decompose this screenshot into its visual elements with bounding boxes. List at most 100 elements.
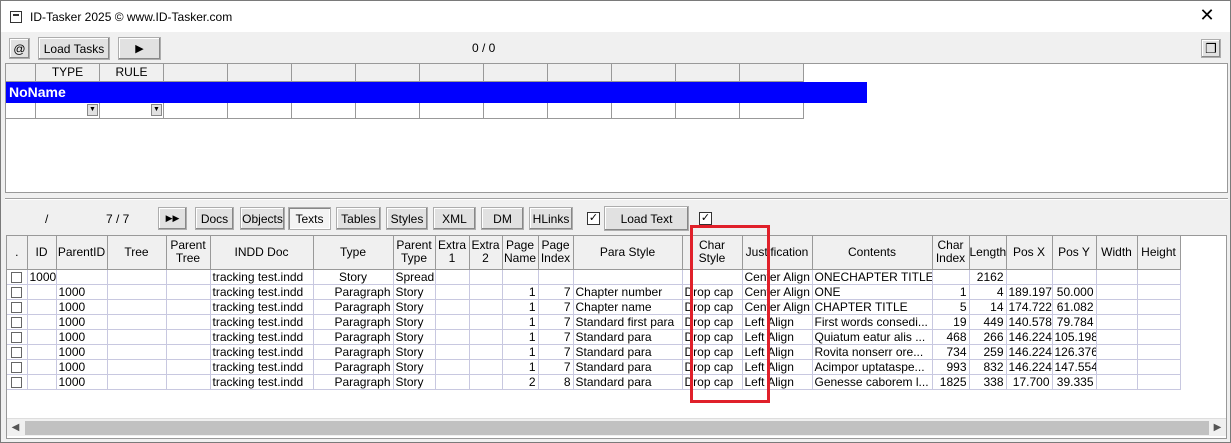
table-cell[interactable] <box>469 284 503 300</box>
table-cell[interactable]: Story <box>393 314 436 330</box>
table-cell[interactable]: Standard para <box>573 329 683 345</box>
column-header-17[interactable]: Length <box>969 236 1007 270</box>
table-cell[interactable]: 259 <box>969 344 1007 360</box>
table-cell[interactable]: 2 <box>502 374 539 390</box>
table-cell[interactable]: 1000 <box>56 374 108 390</box>
table-cell[interactable]: Story <box>313 269 394 285</box>
table-cell[interactable] <box>1137 359 1181 375</box>
table-cell[interactable] <box>469 359 503 375</box>
table-cell[interactable]: Paragraph <box>313 359 394 375</box>
table-cell[interactable]: 1000 <box>56 344 108 360</box>
table-cell[interactable]: 174.722 <box>1006 299 1053 315</box>
table-cell[interactable] <box>27 344 57 360</box>
table-cell[interactable] <box>435 359 470 375</box>
table-cell[interactable] <box>107 299 167 315</box>
table-cell[interactable] <box>1137 284 1181 300</box>
table-cell[interactable] <box>27 329 57 345</box>
table-cell[interactable] <box>1096 374 1138 390</box>
tasks-cell[interactable] <box>356 103 420 119</box>
tasks-cell[interactable] <box>420 103 484 119</box>
table-cell[interactable] <box>166 299 211 315</box>
tasks-col-blank-11[interactable] <box>676 64 740 82</box>
table-cell[interactable]: tracking test.indd <box>210 374 314 390</box>
table-row[interactable]: 1000 tracking test.indd Paragraph Story 1 7 Ch… <box>7 299 1181 315</box>
table-cell[interactable] <box>107 284 167 300</box>
table-cell[interactable]: 1 <box>502 359 539 375</box>
tab-texts[interactable]: Texts <box>288 207 331 230</box>
table-cell[interactable]: 17.700 <box>1006 374 1053 390</box>
tasks-col-blank-6[interactable] <box>356 64 420 82</box>
table-cell[interactable] <box>166 359 211 375</box>
tasks-col-blank-7[interactable] <box>420 64 484 82</box>
table-cell[interactable] <box>27 299 57 315</box>
close-icon[interactable]: ✕ <box>1192 5 1222 27</box>
table-cell[interactable]: tracking test.indd <box>210 359 314 375</box>
table-cell[interactable]: 1000 <box>56 299 108 315</box>
table-cell[interactable]: 1000 <box>56 329 108 345</box>
load-tasks-button[interactable]: Load Tasks <box>38 37 110 60</box>
table-cell[interactable] <box>1137 344 1181 360</box>
tab-styles[interactable]: Styles <box>386 207 428 230</box>
table-cell[interactable] <box>469 299 503 315</box>
tasks-col-blank-3[interactable] <box>164 64 228 82</box>
table-cell[interactable]: First words consedi... <box>812 314 933 330</box>
table-row[interactable]: 1000 tracking test.indd Paragraph Story 1 7 St… <box>7 359 1181 375</box>
table-cell[interactable]: 2162 <box>969 269 1007 285</box>
table-cell[interactable]: Standard para <box>573 359 683 375</box>
table-cell[interactable] <box>27 314 57 330</box>
table-cell[interactable] <box>932 269 970 285</box>
tab-xml[interactable]: XML <box>433 207 476 230</box>
row-checkbox-cell[interactable] <box>7 359 28 375</box>
table-cell[interactable] <box>435 284 470 300</box>
table-cell[interactable]: Paragraph <box>313 314 394 330</box>
table-cell[interactable]: tracking test.indd <box>210 269 314 285</box>
column-header-21[interactable]: Height <box>1137 236 1181 270</box>
table-cell[interactable]: 7 <box>538 314 574 330</box>
texts-table-panel[interactable]: . ID ParentID Tree Parent Tree INDD Doc Type Pa… <box>6 235 1227 439</box>
tasks-col-type[interactable]: TYPE <box>36 64 100 82</box>
table-cell[interactable]: 468 <box>932 329 970 345</box>
restore-button[interactable]: ❐ <box>1201 39 1221 58</box>
table-cell[interactable] <box>435 344 470 360</box>
table-cell[interactable] <box>469 374 503 390</box>
table-cell[interactable]: ONECHAPTER TITLE... <box>812 269 933 285</box>
table-cell[interactable] <box>107 374 167 390</box>
table-cell[interactable] <box>538 269 574 285</box>
tasks-cell[interactable] <box>6 103 36 119</box>
table-cell[interactable]: 147.554 <box>1052 359 1097 375</box>
row-checkbox-cell[interactable] <box>7 269 28 285</box>
table-cell[interactable] <box>56 269 108 285</box>
table-cell[interactable]: 1 <box>502 344 539 360</box>
tasks-col-blank-9[interactable] <box>548 64 612 82</box>
table-cell[interactable]: 1 <box>502 299 539 315</box>
splitter[interactable] <box>5 198 1228 200</box>
table-cell[interactable] <box>1052 269 1097 285</box>
table-cell[interactable]: 7 <box>538 359 574 375</box>
tasks-grid[interactable]: TYPE RULE NoName ▼ ▼ <box>5 63 1228 193</box>
table-cell[interactable]: 146.224 <box>1006 344 1053 360</box>
tasks-col-blank-4[interactable] <box>228 64 292 82</box>
tasks-cell[interactable]: ▼ <box>36 103 100 119</box>
column-header-9[interactable]: Extra 2 <box>469 236 503 270</box>
table-cell[interactable] <box>107 344 167 360</box>
table-cell[interactable]: 4 <box>969 284 1007 300</box>
table-cell[interactable]: tracking test.indd <box>210 284 314 300</box>
tab-dm[interactable]: DM <box>481 207 524 230</box>
table-cell[interactable]: Paragraph <box>313 344 394 360</box>
checkbox-2[interactable]: ✓ <box>699 212 712 225</box>
table-cell[interactable]: 993 <box>932 359 970 375</box>
column-header-8[interactable]: Extra 1 <box>435 236 470 270</box>
column-header-3[interactable]: Tree <box>107 236 167 270</box>
table-cell[interactable]: tracking test.indd <box>210 299 314 315</box>
table-cell[interactable] <box>469 314 503 330</box>
column-header-5[interactable]: INDD Doc <box>210 236 314 270</box>
load-text-button[interactable]: Load Text <box>604 206 689 231</box>
play-button[interactable]: ▶ <box>118 37 161 60</box>
table-cell[interactable] <box>166 374 211 390</box>
at-button[interactable]: @ <box>9 38 30 59</box>
table-cell[interactable] <box>166 284 211 300</box>
table-cell[interactable]: 19 <box>932 314 970 330</box>
table-cell[interactable]: Paragraph <box>313 329 394 345</box>
tasks-cell[interactable] <box>292 103 356 119</box>
table-cell[interactable]: 140.578 <box>1006 314 1053 330</box>
